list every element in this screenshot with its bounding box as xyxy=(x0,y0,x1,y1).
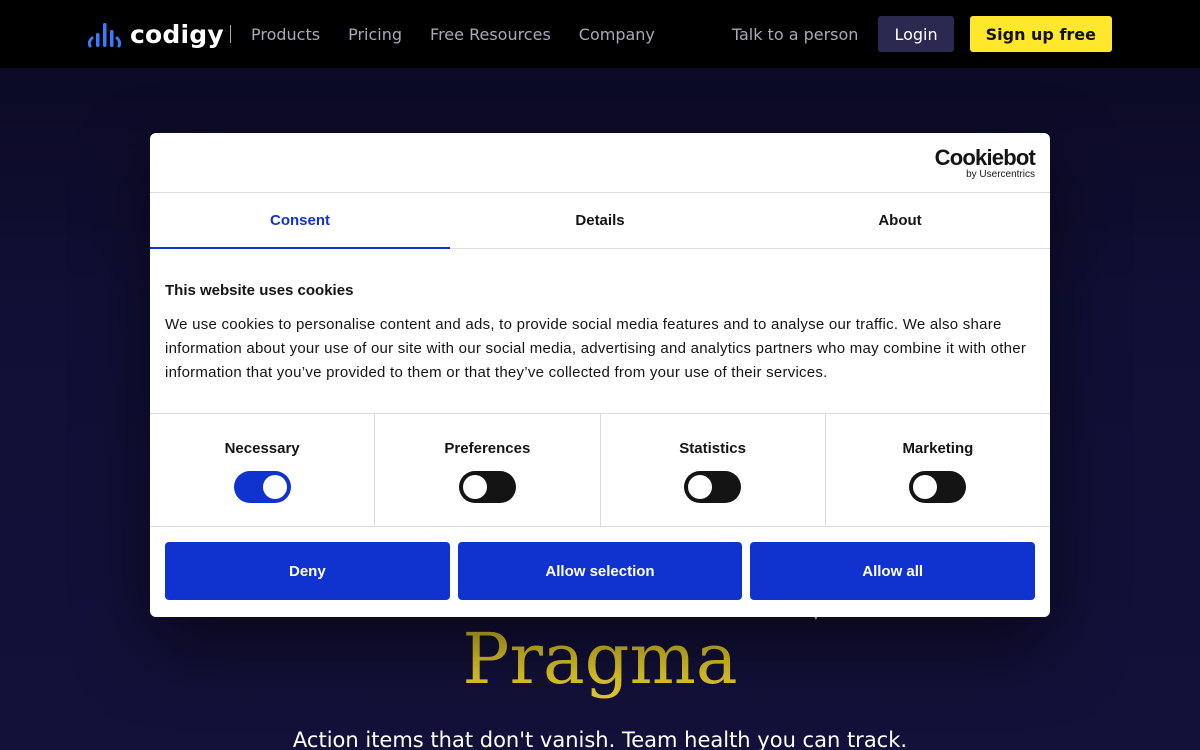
allow-selection-button[interactable]: Allow selection xyxy=(457,542,743,600)
allow-all-button[interactable]: Allow all xyxy=(750,542,1036,600)
cookiebot-brand-sub: by Usercentrics xyxy=(966,169,1035,180)
logo-text: codigy xyxy=(130,19,224,49)
hero-title: Pragma xyxy=(462,618,738,700)
toggle-knob xyxy=(688,475,713,499)
toggle-cell-necessary: Necessary xyxy=(150,414,376,526)
tab-consent[interactable]: Consent xyxy=(150,193,450,249)
tab-details[interactable]: Details xyxy=(450,193,750,248)
nav-actions: Talk to a person Login Sign up free xyxy=(732,16,1112,52)
hero-subtitle: Action items that don't vanish. Team hea… xyxy=(292,728,908,750)
cookiebot-logo[interactable]: Cookiebot by Usercentrics xyxy=(934,145,1036,180)
toggle-knob xyxy=(913,475,938,499)
talk-to-person-link[interactable]: Talk to a person xyxy=(732,25,859,44)
toggle-knob xyxy=(262,475,287,499)
toggle-cell-preferences: Preferences xyxy=(375,414,601,526)
deny-button[interactable]: Deny xyxy=(165,542,450,600)
top-navbar: codigy Products Pricing Free Resources C… xyxy=(0,0,1200,68)
nav-divider xyxy=(230,25,231,43)
consent-heading: This website uses cookies xyxy=(165,282,354,299)
cookiebot-brand: Cookiebot xyxy=(934,145,1036,170)
login-button[interactable]: Login xyxy=(878,16,954,52)
logo-bars-icon xyxy=(88,23,122,48)
toggle-necessary[interactable] xyxy=(233,471,291,503)
toggle-knob xyxy=(462,475,487,499)
consent-toggles: Necessary Preferences Statistics Marketi… xyxy=(150,414,1050,527)
toggle-preferences[interactable] xyxy=(458,471,516,503)
nav-link-free-resources[interactable]: Free Resources xyxy=(430,25,551,44)
codigy-logo[interactable]: codigy xyxy=(88,18,224,50)
dialog-tabs: Consent Details About xyxy=(150,193,1050,249)
consent-body: This website uses cookies We use cookies… xyxy=(150,249,1050,414)
consent-buttons: Deny Allow selection Allow all xyxy=(150,527,1050,615)
toggle-label-necessary: Necessary xyxy=(224,440,300,457)
consent-text: We use cookies to personalise content an… xyxy=(165,316,1027,381)
toggle-label-statistics: Statistics xyxy=(679,440,746,457)
cookie-consent-dialog: Cookiebot by Usercentrics Consent Detail… xyxy=(150,133,1050,617)
nav-link-company[interactable]: Company xyxy=(579,25,655,44)
nav-link-pricing[interactable]: Pricing xyxy=(348,25,402,44)
toggle-marketing[interactable] xyxy=(909,471,967,503)
dialog-header: Cookiebot by Usercentrics xyxy=(150,133,1050,193)
nav-link-products[interactable]: Products xyxy=(251,25,320,44)
tab-about[interactable]: About xyxy=(750,193,1050,248)
signup-button[interactable]: Sign up free xyxy=(969,16,1112,52)
nav-links: Products Pricing Free Resources Company xyxy=(251,0,683,68)
toggle-label-marketing: Marketing xyxy=(902,440,974,457)
toggle-label-preferences: Preferences xyxy=(444,440,531,457)
toggle-cell-marketing: Marketing xyxy=(826,414,1050,526)
toggle-statistics[interactable] xyxy=(684,471,742,503)
toggle-cell-statistics: Statistics xyxy=(601,414,826,526)
